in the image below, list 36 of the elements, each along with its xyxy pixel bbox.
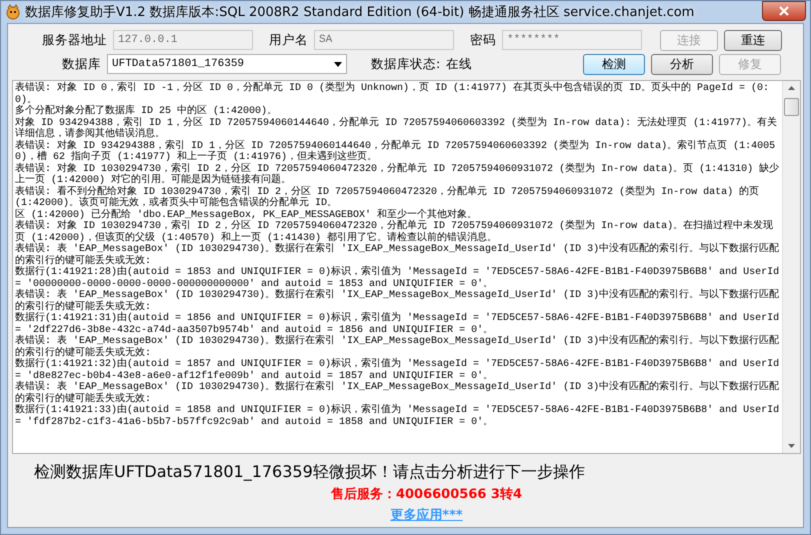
log-line: 表错误: 对象 ID 0，索引 ID -1，分区 ID 0，分配单元 ID 0 (类型为 Unknown)，页 ID (1:41977) 在其页头中包含错误的页 ID。页头中的 PageId = (0:0)。: [15, 83, 770, 106]
log-line: 表错误: 表 'EAP_MessageBox' (ID 1030294730)。数据行在索引 'IX_EAP_MessageBox_MessageId_UserId' (ID 3)中没有匹配的索引行。与以下数据行匹配的索引行的键可能丢失或无效:: [15, 382, 780, 404]
log-line: 表错误: 表 'EAP_MessageBox' (ID 1030294730)。数据行在索引 'IX_EAP_MessageBox_MessageId_UserId' (ID 3)中没有匹配的索引行。与以下数据行匹配的索引行的键可能丢失或无效:: [15, 336, 780, 358]
action-button[interactable]: 检测: [583, 54, 645, 74]
log-line: 数据行(1:41921:32)由(autoid = 1857 and UNIQUIFIER = 0)标识，索引值为 'MessageId = '7ED5CE57-58A6-42FE-B1B1-F40D3975B6B8' and UserId = 'd8e827ec-b0b4-43e8-a6e0-af12f1fe009b' and autoid = 1857 and UNIQUIFIER = 0'。: [15, 359, 780, 382]
scroll-thumb[interactable]: [784, 98, 799, 116]
status-message: 检测数据库UFTData571801_176359轻微损坏！请点击分析进行下一步操作: [33, 461, 586, 483]
more-apps-link[interactable]: 更多应用***: [390, 506, 463, 524]
action-button[interactable]: 重连: [724, 30, 782, 50]
database-dropdown[interactable]: UFTData571801_176359: [107, 54, 347, 74]
service-hotline: 售后服务：4006600566 3转4: [330, 486, 522, 503]
log-line: 表错误: 对象 ID 934294388，索引 ID 1，分区 ID 72057594060144640，分配单元 ID 72057594060603392 (类型为 In-row data)。索引节点页 (1:40050)，槽 62 指向子页 (1:41977) 和上一子页 (1:41976)，但未遇到这些页。: [15, 140, 776, 163]
app-icon: [5, 4, 21, 20]
log-line: 数据行(1:41921:33)由(autoid = 1858 and UNIQUIFIER = 0)标识，索引值为 'MessageId = '7ED5CE57-58A6-42FE-B1B1-F40D3975B6B8' and UserId = 'fdf287b2-c1f3-41a6-b5b7-b57ffc92c9ab' and autoid = 1858 and UNIQUIFIER = 0'。: [15, 405, 780, 428]
log-line: 数据行(1:41921:28)由(autoid = 1853 and UNIQUIFIER = 0)标识，索引值为 'MessageId = '7ED5CE57-58A6-42FE-B1B1-F40D3975B6B8' and UserId = '00000000-0000-0000-0000-000000000000' and autoid = 1853 and UNIQUIFIER = 0'。: [15, 267, 780, 290]
log-line: 表错误: 对象 ID 1030294730，索引 ID 2，分区 ID 72057594060472320，分配单元 ID 72057594060931072 (类型为 In-row data)。在扫描过程中未发现页 (1:42000)，但该页的父级 (1:40570) 和上一页 (1:41430) 都引用了它。请检查以前的错误消息。: [15, 221, 774, 244]
log-line: 多个分配对象分配了数据库 ID 25 中的区 (1:42000)。: [15, 106, 278, 117]
log-line: 区 (1:42000) 已分配给 'dbo.EAP_MessageBox, PK_EAP_MESSAGEBOX' 和至少一个其他对象。: [15, 210, 478, 220]
log-line: 表错误: 表 'EAP_MessageBox' (ID 1030294730)。数据行在索引 'IX_EAP_MessageBox_MessageId_UserId' (ID 3)中没有匹配的索引行。与以下数据行匹配的索引行的键可能丢失或无效:: [15, 244, 780, 266]
scrollbar[interactable]: [782, 81, 800, 453]
log-line: 表错误: 对象 ID 1030294730，索引 ID 2，分区 ID 72057594060472320，分配单元 ID 72057594060931072 (类型为 In-row data)。页 (1:41310) 缺少上一页 (1:42000) 对它的引用。可能是因为链链接有问题。: [15, 164, 780, 186]
log-line: 对象 ID 934294388，索引 ID 1，分区 ID 72057594060144640，分配单元 ID 72057594060603392 (类型为 In-row data): 无法处理页 (1:41977)。有关详细信息，请参阅其他错误消息。: [15, 118, 778, 140]
window-title: 数据库修复助手V1.2 数据库版本:SQL 2008R2 Standard Edition (64-bit) 畅捷通服务社区 service.chanjet.com: [25, 4, 696, 21]
caret-icon: [334, 62, 342, 66]
field-label: 服务器地址: [42, 32, 107, 48]
status-value: 在线: [446, 56, 472, 72]
field-label: 密码: [470, 32, 496, 48]
action-button[interactable]: 分析: [651, 54, 713, 74]
close-icon: [778, 6, 790, 16]
close-button[interactable]: [762, 1, 806, 21]
log-line: 表错误: 看不到分配给对象 ID 1030294730，索引 ID 2，分区 ID 72057594060472320，分配单元 ID 72057594060931072 (类型为 In-row data) 的页 (1:42000)。该页可能无效，或者页头中可能包含错误的分配单元 ID。: [15, 186, 760, 209]
field-label: 用户名: [269, 32, 308, 48]
field-label: 数据库: [62, 56, 101, 72]
status-label: 数据库状态:: [371, 56, 440, 72]
log-line: 数据行(1:41921:31)由(autoid = 1856 and UNIQUIFIER = 0)标识，索引值为 'MessageId = '7ED5CE57-58A6-42FE-B1B1-F40D3975B6B8' and UserId = '2df227d6-3b8e-432c-a74d-aa3507b9574b' and autoid = 1856 and UNIQUIFIER = 0'。: [15, 313, 780, 336]
log-line: 表错误: 表 'EAP_MessageBox' (ID 1030294730)。数据行在索引 'IX_EAP_MessageBox_MessageId_UserId' (ID 3)中没有匹配的索引行。与以下数据行匹配的索引行的键可能丢失或无效:: [15, 290, 780, 312]
